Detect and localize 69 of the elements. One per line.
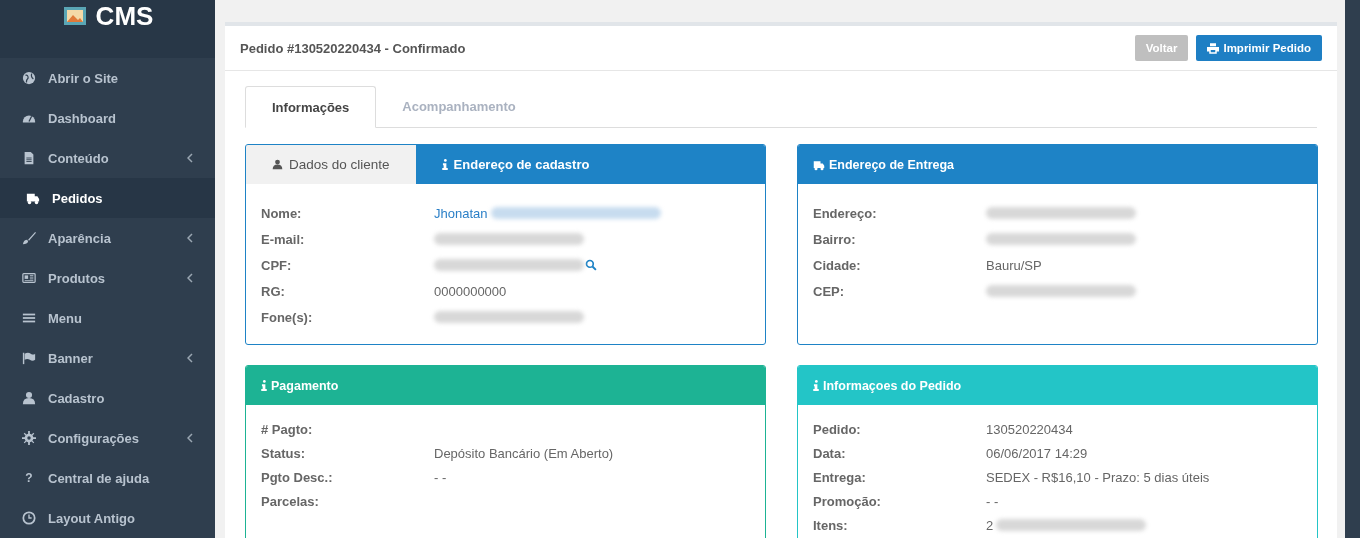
printer-icon <box>1207 42 1220 54</box>
field-label: Itens: <box>813 517 849 533</box>
print-button[interactable]: Imprimir Pedido <box>1196 35 1322 61</box>
panel-tab[interactable]: Endereço de cadastro <box>415 145 616 184</box>
field-value: Depósito Bancário (Em Aberto) <box>434 445 614 461</box>
clock-icon <box>22 511 36 525</box>
field-value: SEDEX - R$16,10 - Prazo: 5 dias úteis <box>986 469 1210 485</box>
field-label: Data: <box>813 445 847 461</box>
user-icon <box>22 391 36 405</box>
field-label: Pgto Desc.: <box>261 469 334 485</box>
truck-icon <box>26 191 40 205</box>
panel-title: Pagamento <box>246 366 339 405</box>
sidebar-item[interactable]: Layout Antigo <box>0 498 215 538</box>
field-value: 0000000000 <box>434 283 507 299</box>
field-label: Pedido: <box>813 421 862 437</box>
truck-icon <box>813 158 825 171</box>
user-icon <box>272 159 283 170</box>
logo-icon <box>61 6 88 26</box>
search-icon[interactable] <box>585 259 597 271</box>
bars-icon <box>22 311 36 325</box>
newspaper-icon <box>22 271 36 285</box>
scrollbar[interactable] <box>1345 0 1360 538</box>
flag-icon <box>22 351 36 365</box>
field-label: Nome: <box>261 205 303 221</box>
question-icon: ? <box>22 471 36 485</box>
field-label: Cidade: <box>813 257 862 273</box>
field-label: Endereço: <box>813 205 878 221</box>
field-label: Status: <box>261 445 307 461</box>
info-icon <box>441 159 448 170</box>
file-icon <box>22 151 36 165</box>
panel-title: Informaçoes do Pedido <box>798 366 962 405</box>
sidebar-item[interactable]: Conteúdo <box>0 138 215 178</box>
panel-title: Endereço de Entrega <box>798 145 955 184</box>
field-label: Entrega: <box>813 469 867 485</box>
panel-tab[interactable]: Dados do cliente <box>246 145 416 184</box>
field-value: - - <box>434 469 447 485</box>
field-value: 2 <box>986 517 994 533</box>
field-label: # Pagto: <box>261 421 314 437</box>
logo-text: CMS <box>95 4 154 28</box>
sidebar-item[interactable]: Cadastro <box>0 378 215 418</box>
info-icon <box>261 380 267 391</box>
sidebar-item[interactable]: ? Central de ajuda <box>0 458 215 498</box>
sidebar-item[interactable]: Dashboard <box>0 98 215 138</box>
info-icon <box>813 380 819 391</box>
sidebar-item[interactable]: Banner <box>0 338 215 378</box>
customer-name-link[interactable]: Jhonatan <box>434 205 488 221</box>
field-value: Bauru/SP <box>986 257 1042 273</box>
tab[interactable]: Informações <box>245 86 377 128</box>
field-label: Bairro: <box>813 231 857 247</box>
order-title: Pedido #130520220434 - Confirmado <box>240 40 466 56</box>
globe-icon <box>22 71 36 85</box>
sidebar-item[interactable]: Aparência <box>0 218 215 258</box>
sidebar-item[interactable]: Produtos <box>0 258 215 298</box>
field-value: 130520220434 <box>986 421 1073 437</box>
field-label: CPF: <box>261 257 293 273</box>
sidebar-item[interactable]: Configurações <box>0 418 215 458</box>
field-label: Promoção: <box>813 493 882 509</box>
sidebar-item[interactable]: Menu <box>0 298 215 338</box>
field-label: Fone(s): <box>261 309 314 325</box>
field-label: Parcelas: <box>261 493 320 509</box>
brush-icon <box>22 231 36 245</box>
field-label: CEP: <box>813 283 846 299</box>
field-value: 06/06/2017 14:29 <box>986 445 1088 461</box>
sidebar-item[interactable]: Abrir o Site <box>0 58 215 98</box>
gear-icon <box>22 431 36 445</box>
field-label: RG: <box>261 283 286 299</box>
field-value: - - <box>986 493 999 509</box>
field-label: E-mail: <box>261 231 306 247</box>
sidebar-item[interactable]: Pedidos <box>0 178 215 218</box>
